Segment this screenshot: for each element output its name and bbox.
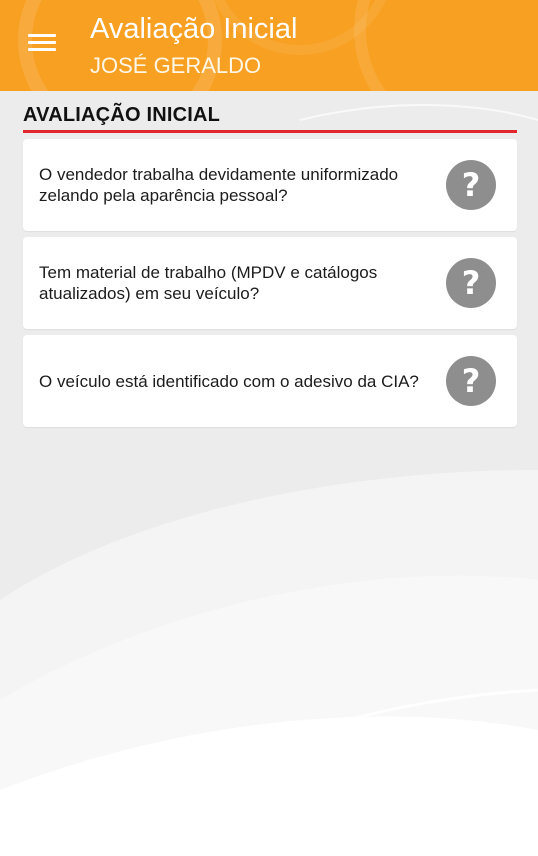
app-subtitle: JOSÉ GERALDO xyxy=(90,53,262,78)
app-title: Avaliação Inicial xyxy=(90,13,298,45)
menu-line xyxy=(28,48,56,51)
main-content: AVALIAÇÃO INICIAL O vendedor trabalha de… xyxy=(23,91,517,433)
question-text: Tem material de trabalho (MPDV e catálog… xyxy=(39,263,378,303)
question-text: O veículo está identificado com o adesiv… xyxy=(39,371,419,391)
question-card[interactable]: O veículo está identificado com o adesiv… xyxy=(23,335,517,427)
menu-line xyxy=(28,41,56,44)
svg-text:?: ? xyxy=(462,264,481,302)
question-mark-icon[interactable]: ? xyxy=(446,356,496,406)
question-card[interactable]: O vendedor trabalha devidamente uniformi… xyxy=(23,139,517,231)
svg-text:?: ? xyxy=(462,362,481,400)
question-card[interactable]: Tem material de trabalho (MPDV e catálog… xyxy=(23,237,517,329)
hamburger-menu-icon[interactable] xyxy=(24,28,60,58)
section-header: AVALIAÇÃO INICIAL xyxy=(23,91,517,133)
svg-text:?: ? xyxy=(462,166,481,204)
menu-line xyxy=(28,34,56,37)
section-title: AVALIAÇÃO INICIAL xyxy=(23,104,221,126)
question-mark-icon[interactable]: ? xyxy=(446,258,496,308)
app-bar: Avaliação Inicial JOSÉ GERALDO xyxy=(0,0,538,91)
question-mark-icon[interactable]: ? xyxy=(446,160,496,210)
question-text: O vendedor trabalha devidamente uniformi… xyxy=(39,165,399,205)
